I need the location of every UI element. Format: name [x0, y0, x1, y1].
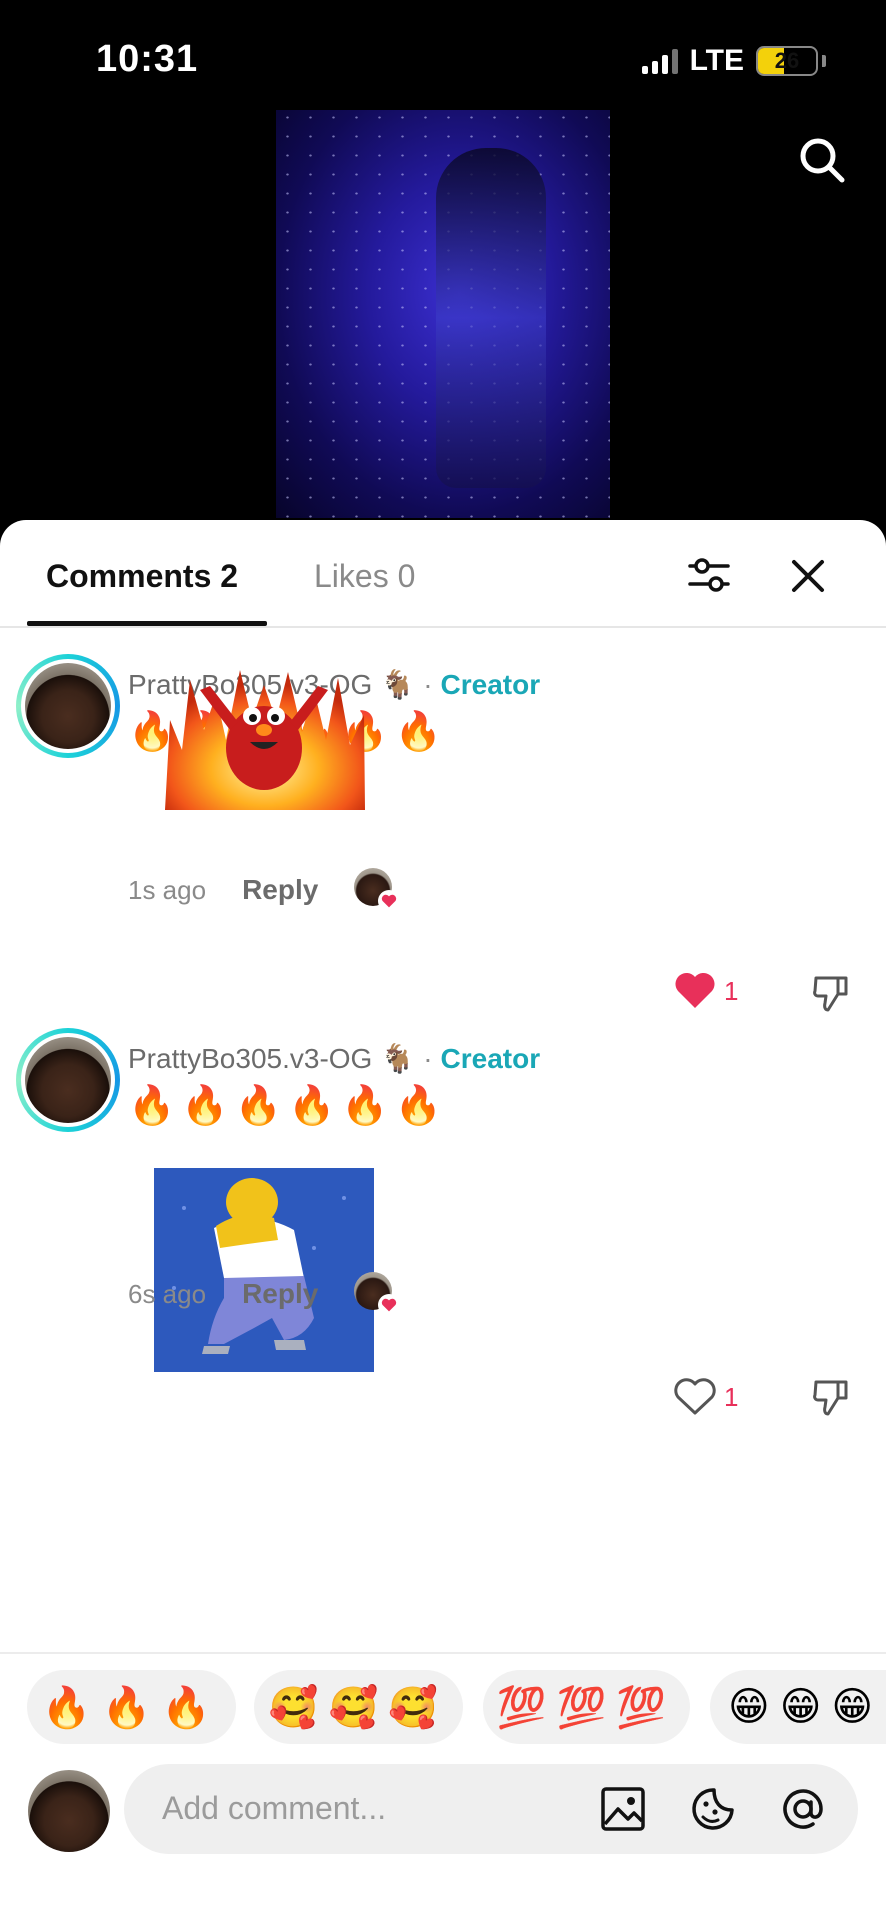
battery-icon: 26	[756, 46, 818, 76]
avatar-photo	[25, 1037, 111, 1123]
thumbs-down-icon[interactable]	[810, 1376, 852, 1418]
comment-actions: 1s ago Reply	[128, 868, 401, 912]
elmo-fire-sticker[interactable]	[160, 660, 370, 810]
tab-active-indicator	[27, 621, 267, 626]
battery-level: 26	[774, 48, 800, 73]
goat-emoji: 🐐	[380, 1043, 416, 1074]
my-avatar	[28, 1770, 110, 1852]
close-icon[interactable]	[784, 552, 832, 600]
emoji-reaction-hundred[interactable]: 💯💯💯	[483, 1670, 690, 1744]
tab-bar: Comments 2 Likes 0	[0, 520, 886, 628]
status-bar: 10:31 LTE 26	[0, 0, 886, 110]
emoji-reaction-grin[interactable]: 😁😁😁	[710, 1670, 886, 1744]
video-figure	[436, 148, 546, 488]
comment-input[interactable]: Add comment...	[124, 1764, 858, 1854]
status-indicators: LTE 26	[641, 44, 826, 78]
avatar[interactable]	[16, 654, 120, 758]
network-type: LTE	[689, 44, 744, 77]
reply-button[interactable]: Reply	[242, 874, 318, 906]
comment-actions: 6s ago Reply	[128, 1272, 401, 1316]
like-count: 1	[724, 1381, 739, 1412]
sticker-emoji-icon[interactable]	[688, 1784, 738, 1834]
comment-timestamp: 6s ago	[128, 1278, 207, 1309]
like-button[interactable]: 1	[674, 1378, 738, 1416]
username[interactable]: PrattyBo305.v3-OG	[128, 1043, 372, 1075]
avatar[interactable]	[16, 1028, 120, 1132]
heart-icon	[378, 1294, 401, 1316]
like-count: 1	[724, 975, 739, 1006]
mention-icon[interactable]	[778, 1784, 828, 1834]
status-time: 10:31	[96, 38, 199, 80]
comment-timestamp: 1s ago	[128, 874, 207, 905]
creator-liked-indicator	[354, 1272, 401, 1316]
comment-input-placeholder: Add comment...	[162, 1790, 387, 1826]
thumbs-down-icon[interactable]	[810, 972, 852, 1014]
tab-likes[interactable]: Likes 0	[314, 558, 415, 595]
homer-dance-sticker[interactable]	[154, 1168, 374, 1372]
emoji-reaction-fire[interactable]: 🔥🔥🔥	[27, 1670, 236, 1744]
goat-emoji: 🐐	[380, 669, 416, 700]
search-icon[interactable]	[794, 132, 850, 188]
comment-input-bar: Add comment...	[0, 1764, 886, 1920]
creator-badge: Creator	[440, 1042, 541, 1074]
reply-button[interactable]: Reply	[242, 1278, 318, 1310]
avatar-photo	[25, 663, 111, 749]
creator-badge: Creator	[440, 668, 541, 700]
tab-comments[interactable]: Comments 2	[46, 558, 238, 595]
heart-outline-icon[interactable]	[674, 1378, 716, 1416]
quick-emoji-bar: 🔥🔥🔥 🥰🥰🥰 💯💯💯 😁😁😁	[0, 1652, 886, 1764]
comment-text: 🔥🔥🔥🔥🔥🔥	[128, 1085, 448, 1127]
filter-icon[interactable]	[684, 550, 734, 600]
creator-liked-indicator	[354, 868, 401, 912]
image-icon[interactable]	[598, 1784, 648, 1834]
heart-icon	[378, 890, 401, 912]
video-frame	[276, 108, 610, 518]
signal-icon	[641, 48, 678, 74]
like-button[interactable]: 1	[674, 972, 738, 1010]
separator: ·	[423, 668, 433, 700]
comment-header: PrattyBo305.v3-OG 🐐 · Creator	[128, 1042, 540, 1075]
separator: ·	[423, 1042, 433, 1074]
emoji-reaction-love[interactable]: 🥰🥰🥰	[254, 1670, 463, 1744]
heart-filled-icon[interactable]	[674, 972, 716, 1010]
